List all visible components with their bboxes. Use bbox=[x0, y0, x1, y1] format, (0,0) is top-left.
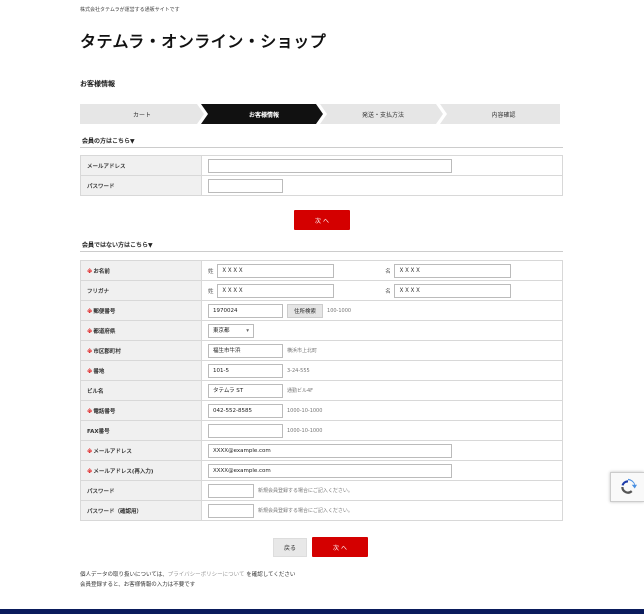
step-cart: カート bbox=[132, 111, 151, 119]
checkout-steps: カート お客様情報 発送・支払方法 内容確認 bbox=[80, 104, 560, 124]
guest-info-table: ※お名前 姓 ＸＸＸＸ 名 ＸＸＸＸ フリガナ 姓 ＸＸＸＸ 名 ＸＸＸＸ ※郵便番号 … bbox=[80, 260, 563, 521]
step-confirm: 内容確認 bbox=[491, 111, 516, 119]
divider bbox=[80, 251, 563, 252]
name-label: ※お名前 bbox=[80, 260, 202, 281]
city-label: ※市区郡町村 bbox=[80, 340, 202, 361]
kana-label: フリガナ bbox=[80, 280, 202, 301]
kana-mei-input[interactable]: ＸＸＸＸ bbox=[393, 283, 511, 298]
member-heading: 会員の方はこちら▼ bbox=[82, 138, 135, 145]
password-confirm-hint: 新規会員登録する場合にご記入ください。 bbox=[258, 508, 353, 514]
zip-label: ※郵便番号 bbox=[80, 300, 202, 321]
member-login-table: メールアドレス パスワード bbox=[80, 155, 563, 196]
step-shipping-payment: 発送・支払方法 bbox=[361, 111, 404, 119]
page-title: お客様情報 bbox=[80, 80, 115, 88]
banchi-input[interactable]: 101-5 bbox=[208, 363, 283, 378]
pref-label: ※都道府県 bbox=[80, 320, 202, 341]
guest-heading: 会員ではない方はこちら▼ bbox=[82, 242, 153, 249]
member-password-input[interactable] bbox=[208, 178, 283, 193]
password-hint: 新規会員登録する場合にご記入ください。 bbox=[258, 488, 353, 494]
city-input[interactable]: 福生市牛浜 bbox=[208, 343, 283, 358]
fax-input[interactable] bbox=[208, 423, 283, 438]
banchi-label: ※番地 bbox=[80, 360, 202, 381]
sei-label: 姓 bbox=[208, 268, 214, 275]
member-note: 会員登録すると、お客様情報の入力は不要です bbox=[80, 582, 196, 588]
fax-label: FAX番号 bbox=[80, 420, 202, 441]
back-button[interactable]: 戻る bbox=[273, 538, 307, 557]
kana-sei-input[interactable]: ＸＸＸＸ bbox=[216, 283, 334, 298]
building-input[interactable]: タテムラ ST bbox=[208, 383, 283, 398]
tel-label: ※電話番号 bbox=[80, 400, 202, 421]
banchi-hint: 3-24-555 bbox=[287, 367, 310, 374]
sei-label: 姓 bbox=[208, 288, 214, 295]
recaptcha-icon bbox=[620, 478, 637, 494]
site-brand-logo[interactable]: タテムラ・オンライン・ショップ bbox=[80, 28, 326, 52]
password-confirm-label: パスワード（確認用） bbox=[80, 500, 202, 521]
fax-hint: 1000-10-1000 bbox=[287, 427, 323, 434]
footer-bar bbox=[0, 609, 644, 614]
zip-input[interactable]: 1970024 bbox=[208, 303, 283, 318]
prefecture-select[interactable]: 東京都 ▾ bbox=[208, 323, 254, 338]
member-next-button[interactable]: 次 へ bbox=[294, 210, 350, 230]
mei-label: 名 bbox=[385, 268, 391, 275]
building-label: ビル名 bbox=[80, 380, 202, 401]
chevron-down-icon: ▾ bbox=[246, 327, 249, 334]
password-label: パスワード bbox=[80, 480, 202, 501]
email-confirm-label: ※メールアドレス(再入力) bbox=[80, 460, 202, 481]
divider bbox=[80, 147, 563, 148]
email-label: メールアドレス bbox=[80, 155, 202, 176]
name-sei-input[interactable]: ＸＸＸＸ bbox=[216, 263, 334, 278]
city-hint: 横浜市上北町 bbox=[287, 348, 318, 354]
building-hint: 通勤ビル4F bbox=[287, 388, 314, 394]
privacy-policy-link[interactable]: プライバシーポリシーについて bbox=[168, 572, 245, 578]
name-mei-input[interactable]: ＸＸＸＸ bbox=[393, 263, 511, 278]
password-label: パスワード bbox=[80, 175, 202, 196]
zip-hint: 100-1000 bbox=[327, 307, 352, 314]
privacy-note: 個人データの取り扱いについては、プライバシーポリシーについて を確認してください bbox=[80, 572, 296, 578]
tel-input[interactable]: 042-552-8585 bbox=[208, 403, 283, 418]
mei-label: 名 bbox=[385, 288, 391, 295]
step-customer-info: お客様情報 bbox=[248, 111, 279, 119]
recaptcha-badge[interactable] bbox=[610, 472, 644, 502]
address-search-button[interactable]: 住所検索 bbox=[287, 303, 324, 318]
password-confirm-input[interactable] bbox=[208, 503, 254, 518]
password-input[interactable] bbox=[208, 483, 254, 498]
tel-hint: 1000-10-1000 bbox=[287, 407, 323, 414]
email-input[interactable]: XXXX@example.com bbox=[208, 443, 452, 458]
email-confirm-input[interactable]: XXXX@example.com bbox=[208, 463, 452, 478]
guest-next-button[interactable]: 次 へ bbox=[312, 537, 368, 557]
member-email-input[interactable] bbox=[208, 158, 452, 173]
site-tagline: 株式会社タテムラが運営する通販サイトです bbox=[80, 7, 180, 13]
email-label: ※メールアドレス bbox=[80, 440, 202, 461]
